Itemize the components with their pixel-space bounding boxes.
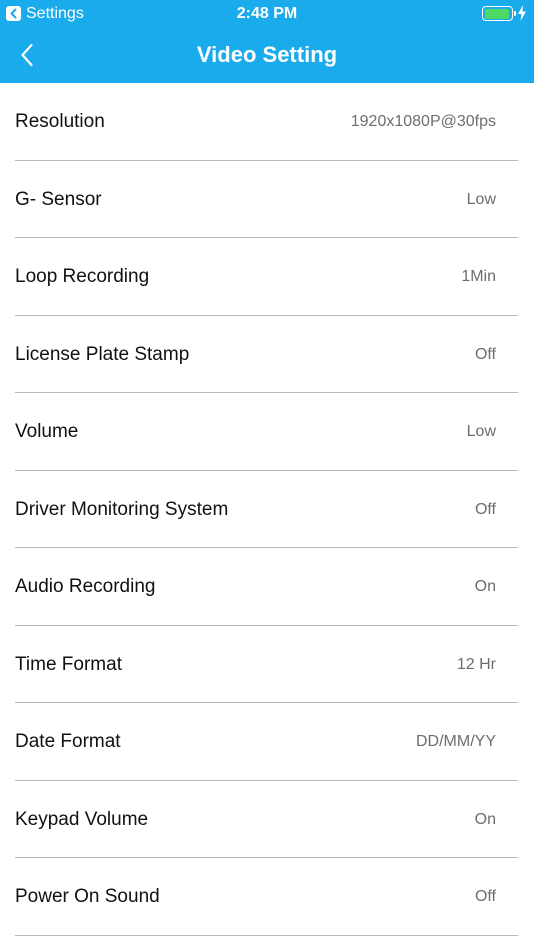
setting-value: Low: [466, 423, 496, 440]
battery-level-fill: [484, 8, 510, 19]
settings-list: Resolution 1920x1080P@30fps G- Sensor Low Lo…: [0, 83, 534, 936]
charging-bolt-icon: [518, 5, 526, 21]
setting-value: 1920x1080P@30fps: [350, 113, 496, 130]
setting-label: Power On Sound: [15, 886, 160, 907]
setting-value: 1Min: [461, 268, 496, 285]
setting-label: Date Format: [15, 731, 121, 752]
battery-icon: [482, 6, 516, 21]
setting-row[interactable]: Date Format DD/MM/YY: [0, 703, 534, 781]
setting-value: Off: [474, 345, 496, 363]
setting-row[interactable]: Time Format 12 Hr: [0, 626, 534, 704]
setting-row[interactable]: Driver Monitoring System Off: [0, 471, 534, 549]
setting-row[interactable]: Keypad Volume On: [0, 781, 534, 859]
setting-row[interactable]: Resolution 1920x1080P@30fps: [0, 83, 534, 161]
status-time: 2:48 PM: [236, 5, 298, 22]
setting-label: Audio Recording: [15, 576, 156, 597]
status-bar: Settings 2:48 PM: [0, 0, 534, 28]
navigation-header: Settings 2:48 PM Video Setting: [0, 0, 534, 83]
setting-label: Time Format: [15, 653, 122, 675]
setting-row[interactable]: License Plate Stamp Off: [0, 316, 534, 394]
battery-cap: [513, 11, 516, 16]
setting-row[interactable]: Audio Recording On: [0, 548, 534, 626]
page-title: Video Setting: [196, 42, 338, 67]
setting-label: G- Sensor: [15, 188, 102, 210]
setting-row[interactable]: Volume Low: [0, 393, 534, 471]
setting-label: Resolution: [15, 111, 105, 132]
setting-row[interactable]: Loop Recording 1Min: [0, 238, 534, 316]
setting-value: On: [474, 578, 496, 595]
setting-label: Keypad Volume: [15, 808, 149, 830]
setting-label: Driver Monitoring System: [15, 498, 229, 520]
setting-label: Loop Recording: [15, 266, 150, 287]
setting-value: Off: [474, 888, 496, 905]
setting-value: Low: [466, 190, 496, 208]
setting-label: Volume: [15, 421, 79, 442]
setting-value: 12 Hr: [456, 655, 496, 673]
setting-row[interactable]: Power On Sound Off: [0, 858, 534, 936]
setting-value: Off: [474, 500, 496, 518]
setting-label: License Plate Stamp: [15, 343, 190, 365]
setting-row[interactable]: G- Sensor Low: [0, 161, 534, 239]
setting-value: DD/MM/YY: [416, 733, 496, 750]
setting-value: On: [474, 810, 496, 828]
